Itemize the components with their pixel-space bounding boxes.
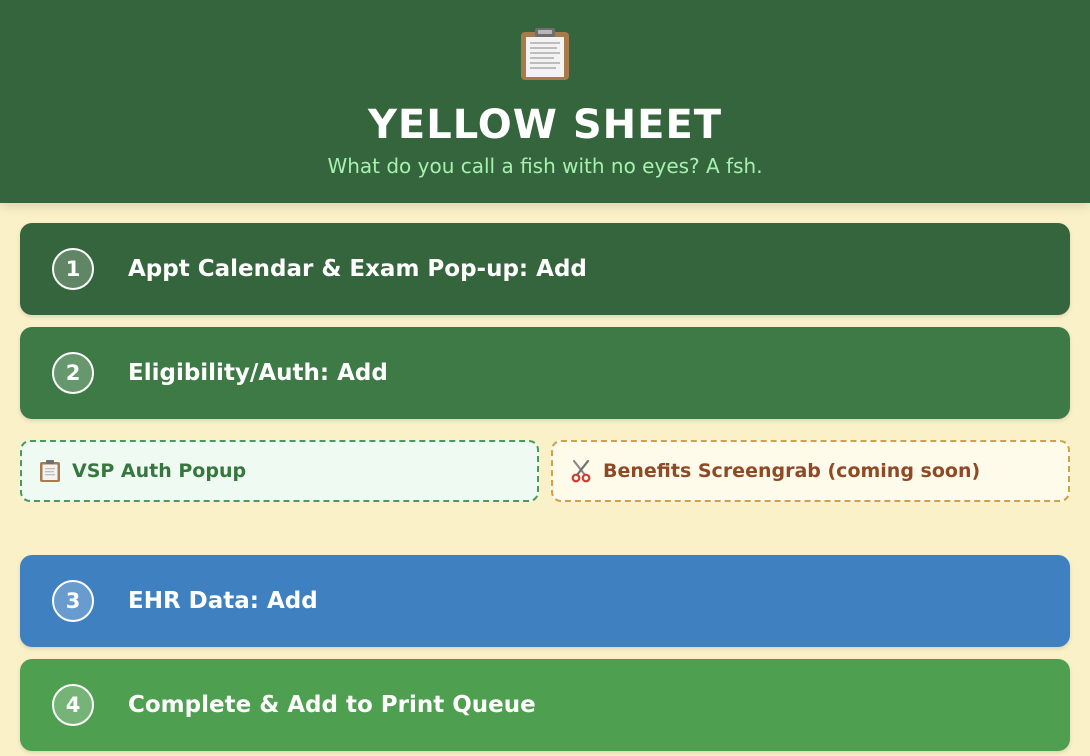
clipboard-icon (40, 460, 60, 482)
step-label: Appt Calendar & Exam Pop-up: Add (128, 256, 587, 282)
step-number-badge: 2 (52, 352, 94, 394)
tool-label: Benefits Screengrab (coming soon) (603, 460, 981, 482)
step-label: EHR Data: Add (128, 588, 318, 614)
step-4-complete-print-queue[interactable]: 4 Complete & Add to Print Queue (20, 659, 1070, 751)
app-header: YELLOW SHEET What do you call a fish wit… (0, 0, 1090, 203)
page-subtitle: What do you call a fish with no eyes? A … (327, 154, 763, 178)
page-title: YELLOW SHEET (367, 102, 723, 148)
step-number-badge: 3 (52, 580, 94, 622)
benefits-screengrab-button[interactable]: Benefits Screengrab (coming soon) (551, 440, 1070, 502)
step-2-eligibility-auth[interactable]: 2 Eligibility/Auth: Add (20, 327, 1070, 419)
step-1-appt-calendar[interactable]: 1 Appt Calendar & Exam Pop-up: Add (20, 223, 1070, 315)
step-number-badge: 1 (52, 248, 94, 290)
tool-label: VSP Auth Popup (72, 460, 247, 482)
scissors-icon (571, 459, 591, 483)
step-label: Eligibility/Auth: Add (128, 360, 388, 386)
clipboard-icon (521, 28, 569, 80)
step-number-badge: 4 (52, 684, 94, 726)
vsp-auth-popup-button[interactable]: VSP Auth Popup (20, 440, 539, 502)
step-3-ehr-data[interactable]: 3 EHR Data: Add (20, 555, 1070, 647)
step-label: Complete & Add to Print Queue (128, 692, 536, 718)
